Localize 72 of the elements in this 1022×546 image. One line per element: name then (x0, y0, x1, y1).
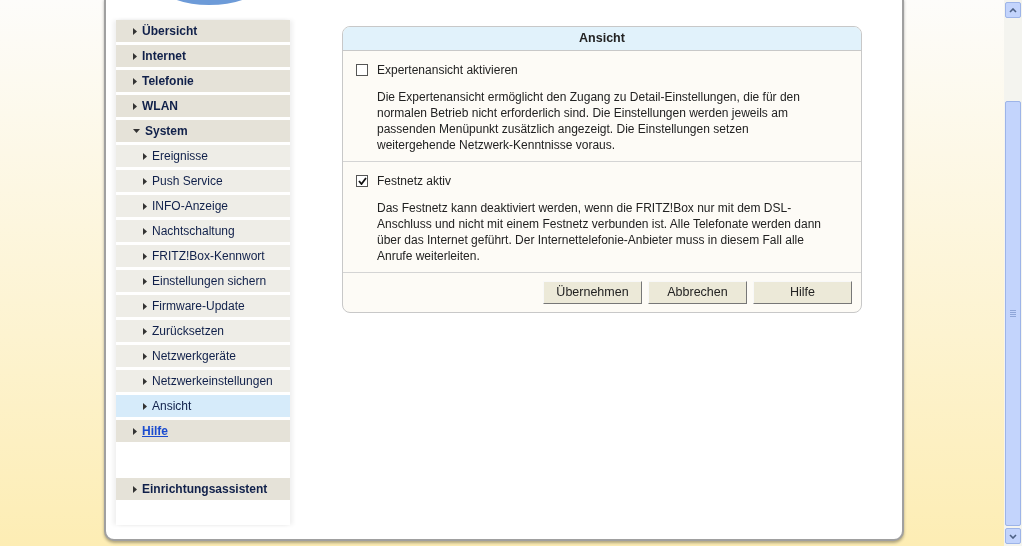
caret-right-icon (133, 485, 137, 493)
nav-item[interactable]: Übersicht (116, 20, 290, 42)
checkbox[interactable] (356, 175, 368, 187)
caret-right-icon (133, 77, 137, 85)
caret-right-icon (143, 227, 147, 235)
nav-subitem[interactable]: Nachtschaltung (116, 220, 290, 242)
nav-subitem[interactable]: INFO-Anzeige (116, 195, 290, 217)
chevron-up-icon (1009, 7, 1017, 13)
caret-right-icon (143, 252, 147, 260)
caret-right-icon (143, 177, 147, 185)
nav-subitem[interactable]: Firmware-Update (116, 295, 290, 317)
checkbox[interactable] (356, 64, 368, 76)
dialog-button[interactable]: Übernehmen (543, 281, 642, 304)
scroll-thumb[interactable] (1005, 101, 1021, 526)
caret-right-icon (143, 202, 147, 210)
nav-label: Internet (142, 48, 186, 65)
caret-right-icon (133, 27, 137, 35)
nav-label: Ereignisse (152, 148, 209, 165)
nav-label: Firmware-Update (152, 298, 245, 315)
caret-right-icon (143, 402, 147, 410)
caret-right-icon (143, 352, 147, 360)
nav-label: Nachtschaltung (152, 223, 235, 240)
caret-right-icon (143, 152, 147, 160)
nav-label: System (145, 123, 188, 140)
nav-label: INFO-Anzeige (152, 198, 229, 215)
caret-right-icon (133, 427, 137, 435)
caret-right-icon (143, 377, 147, 385)
caret-right-icon (143, 327, 147, 335)
nav-label: Ansicht (152, 398, 192, 415)
checkbox-label: Festnetz aktiv (377, 173, 452, 190)
grip-icon (1010, 310, 1016, 317)
nav-subitem[interactable]: Netzwerkgeräte (116, 345, 290, 367)
nav-subitem[interactable]: Einstellungen sichern (116, 270, 290, 292)
nav-label: Telefonie (142, 73, 194, 90)
nav-item[interactable]: WLAN (116, 95, 290, 117)
check-icon (357, 177, 367, 185)
checkbox-label: Expertenansicht aktivieren (377, 62, 518, 79)
scrollbar[interactable] (1004, 0, 1022, 546)
nav-label: Push Service (152, 173, 223, 190)
nav-item[interactable]: Einrichtungsassistent (116, 478, 290, 500)
nav-label: Übersicht (142, 23, 198, 40)
nav-item[interactable]: System (116, 120, 290, 142)
nav-subitem[interactable]: Ansicht (116, 395, 290, 417)
nav-item[interactable]: Internet (116, 45, 290, 67)
nav-subitem[interactable]: FRITZ!Box-Kennwort (116, 245, 290, 267)
option-description: Die Expertenansicht ermöglicht den Zugang zu Detail-Einstellungen, die für den normalen Betrieb nicht erforderlich sind. Die Einstellungen werden jeweils am passenden Menüpunkt zusätzlich angezeigt. Die Einstellungen setzen weitergehende Netzwerk-Kenntnisse voraus. (376, 89, 801, 153)
caret-right-icon (143, 302, 147, 310)
nav-subitem[interactable]: Netzwerkeinstellungen (116, 370, 290, 392)
nav-label: Netzwerkgeräte (152, 348, 237, 365)
caret-right-icon (143, 277, 147, 285)
help-link[interactable]: Hilfe (142, 422, 168, 440)
nav-item[interactable]: Hilfe (116, 420, 290, 442)
scroll-up-button[interactable] (1005, 2, 1021, 18)
dialog-button[interactable]: Abbrechen (648, 281, 747, 304)
nav-label: WLAN (142, 98, 178, 115)
nav-label: Einrichtungsassistent (142, 481, 268, 498)
nav-subitem[interactable]: Ereignisse (116, 145, 290, 167)
nav-label: FRITZ!Box-Kennwort (152, 248, 265, 265)
nav-subitem[interactable]: Zurücksetzen (116, 320, 290, 342)
chevron-down-icon (1009, 533, 1017, 539)
nav-label: Netzwerkeinstellungen (152, 373, 273, 390)
nav-label: Zurücksetzen (152, 323, 225, 340)
caret-right-icon (133, 102, 137, 110)
caret-down-icon (133, 129, 140, 133)
nav-item[interactable]: Telefonie (116, 70, 290, 92)
option-description: Das Festnetz kann deaktiviert werden, wenn die FRITZ!Box nur mit dem DSL-Anschluss und nicht mit einem Festnetz verbunden ist. Alle Telefonate werden dann über das Internet geführt. Der Internettelefonie-Anbieter muss in diesem Fall alle Anrufe weiterleiten. (376, 200, 823, 264)
nav-subitem[interactable]: Push Service (116, 170, 290, 192)
scroll-down-button[interactable] (1005, 528, 1021, 544)
dialog-button[interactable]: Hilfe (753, 281, 852, 304)
panel-title: Ansicht (579, 30, 625, 48)
caret-right-icon (133, 52, 137, 60)
nav-label: Einstellungen sichern (152, 273, 267, 290)
